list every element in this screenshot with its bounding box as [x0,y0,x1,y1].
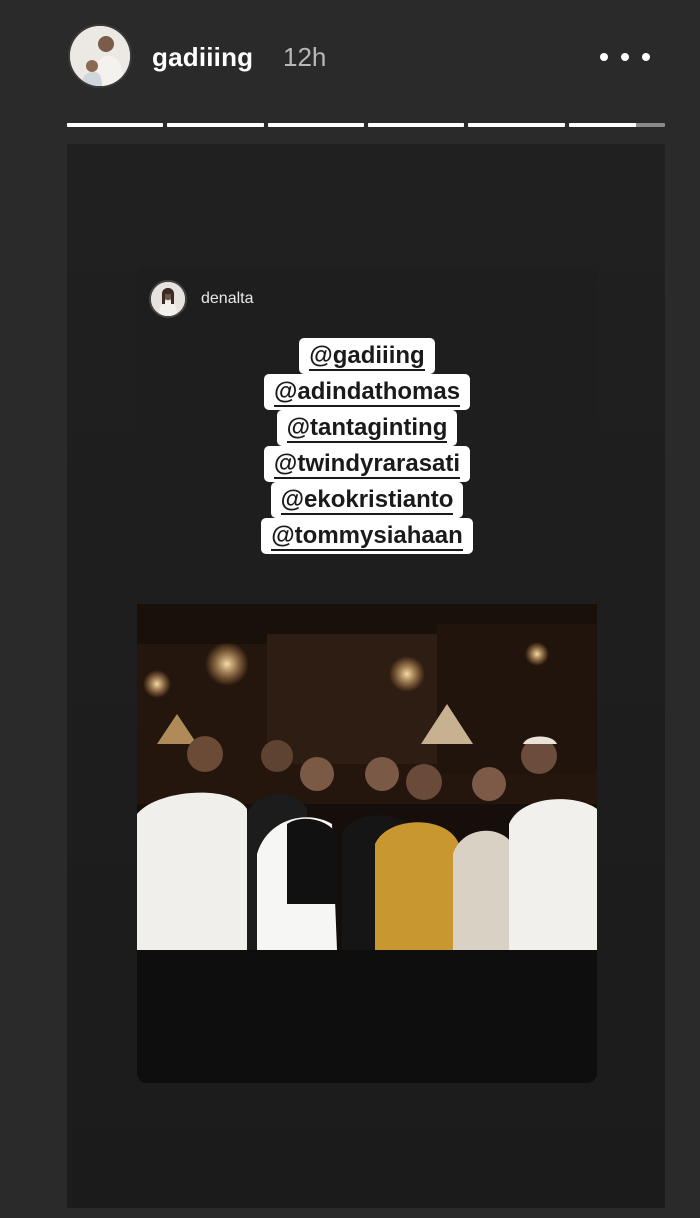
card-avatar-icon [151,282,185,316]
dot [621,53,629,61]
more-options-icon[interactable] [600,40,650,74]
dot [642,53,650,61]
story-progress-bar [67,123,665,128]
card-footer-area [137,950,597,1083]
card-username[interactable]: denalta [201,290,254,308]
story-username[interactable]: gadiiing [152,42,253,73]
mention-tag[interactable]: @adindathomas [263,374,471,410]
progress-fill [568,123,637,127]
avatar-image-icon [70,26,130,86]
profile-avatar[interactable] [68,24,132,88]
mention-tag[interactable]: @twindyrarasati [263,446,471,482]
progress-fill [468,123,565,127]
progress-segment [67,123,164,127]
progress-segment [267,123,364,127]
mention-sticker: @gadiiing @adindathomas @tantaginting @twin… [137,338,597,554]
story-header: gadiiing 12h [0,0,700,120]
mention-tag[interactable]: @gadiiing [299,338,435,374]
progress-segment [468,123,565,127]
mention-text: @adindathomas [273,378,461,407]
mention-text: @twindyrarasati [273,450,461,479]
group-photo [137,604,597,950]
mention-text: @gadiiing [309,342,425,371]
mention-tag[interactable]: @tantaginting [276,410,458,446]
group-photo-icon [137,604,597,950]
story-timestamp: 12h [283,42,327,72]
progress-fill [367,123,465,127]
progress-segment [367,123,465,127]
progress-segment [167,123,264,127]
mention-text: @ekokristianto [280,486,454,515]
progress-fill [267,123,364,127]
mention-tag[interactable]: @tommysiahaan [261,518,473,554]
mention-text: @tommysiahaan [271,522,463,551]
mention-text: @tantaginting [286,414,448,443]
mention-tag[interactable]: @ekokristianto [270,482,464,518]
progress-fill [167,123,264,127]
dot [600,53,608,61]
card-avatar[interactable] [149,280,187,318]
progress-segment [568,123,665,127]
reshared-story-card[interactable]: denalta @gadiiing @adindathomas @tantagint… [137,268,597,1083]
progress-fill [67,123,164,127]
